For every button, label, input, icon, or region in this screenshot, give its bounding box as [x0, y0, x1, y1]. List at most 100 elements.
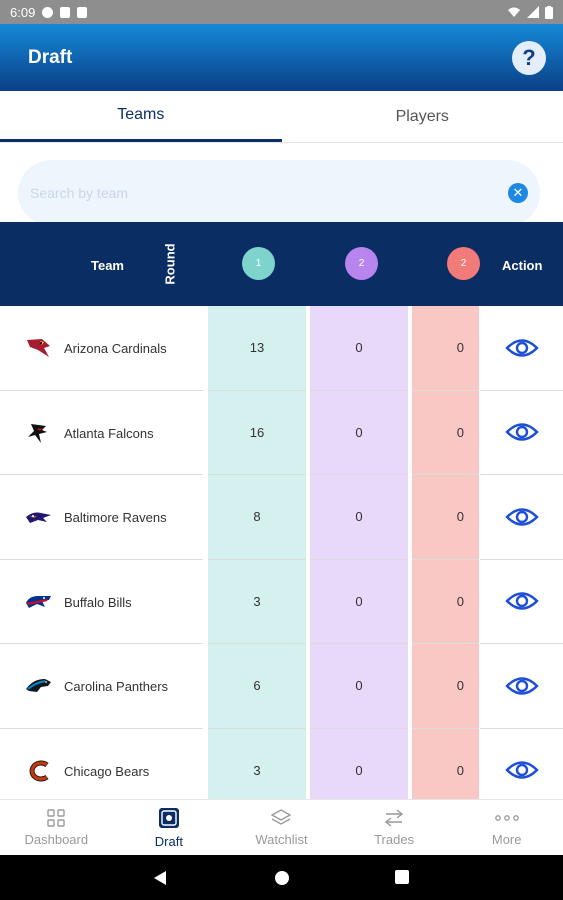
sync-icon	[42, 6, 54, 18]
system-nav-bar	[0, 855, 563, 900]
nav-label: Trades	[374, 831, 415, 847]
table-row: Carolina Panthers 6 0 0	[0, 644, 563, 729]
nav-label: Watchlist	[255, 831, 308, 847]
tab-bar: Teams Players	[0, 91, 563, 143]
table-row: Chicago Bears 3 0 0	[0, 728, 563, 800]
round-3-count: 0	[412, 728, 479, 799]
battery-icon	[545, 5, 553, 19]
nav-more[interactable]: More	[450, 800, 563, 855]
nav-label: More	[491, 831, 522, 847]
table-row: Atlanta Falcons 16 0 0	[0, 390, 563, 475]
view-team-button[interactable]	[480, 560, 563, 644]
eye-icon	[504, 423, 539, 441]
team-name: Atlanta Falcons	[64, 425, 154, 441]
nav-dashboard[interactable]: Dashboard	[0, 800, 113, 855]
round-1-count: 13	[208, 306, 306, 391]
round-badge-3: 2	[447, 247, 480, 280]
team-cell: Carolina Panthers	[0, 644, 203, 729]
page-title: Draft	[28, 46, 73, 68]
nav-label: Dashboard	[24, 831, 89, 847]
round-3-count: 0	[412, 390, 479, 475]
bills-logo-icon	[26, 595, 51, 608]
eye-icon	[504, 508, 539, 526]
team-cell: Atlanta Falcons	[0, 391, 203, 475]
back-icon[interactable]	[153, 870, 167, 886]
nav-draft[interactable]: Draft	[113, 800, 226, 855]
round-header-label: Round	[162, 243, 178, 285]
team-name: Buffalo Bills	[64, 594, 132, 610]
round-2-count: 0	[310, 644, 408, 729]
eye-icon	[504, 339, 539, 357]
grid-icon	[47, 808, 65, 827]
view-team-button[interactable]	[480, 391, 563, 475]
sim-icon	[60, 6, 71, 18]
team-name: Chicago Bears	[64, 763, 150, 779]
nav-watchlist[interactable]: Watchlist	[225, 800, 338, 855]
round-2-count: 0	[310, 475, 408, 560]
more-icon	[494, 814, 519, 821]
round-3-count: 0	[412, 475, 479, 560]
table-header: Team Round 1 2 2 Action	[0, 222, 563, 306]
help-button[interactable]: ?	[512, 40, 546, 75]
draft-icon	[158, 807, 179, 828]
round-1-count: 16	[208, 390, 306, 475]
round-1-count: 6	[208, 644, 306, 729]
round-3-count: 0	[412, 306, 479, 391]
round-badge-1: 1	[242, 247, 275, 280]
table-row: Baltimore Ravens 8 0 0	[0, 475, 563, 560]
status-bar: 6:09	[0, 0, 563, 24]
status-time: 6:09	[10, 4, 36, 20]
round-2-count: 0	[310, 390, 408, 475]
home-icon[interactable]	[274, 870, 290, 886]
swap-icon	[384, 808, 404, 827]
eye-icon	[504, 677, 539, 695]
round-1-count: 3	[208, 728, 306, 799]
view-team-button[interactable]	[480, 475, 563, 560]
table-row: Buffalo Bills 3 0 0	[0, 559, 563, 644]
table-row: Arizona Cardinals 13 0 0	[0, 306, 563, 391]
bears-logo-icon	[29, 760, 49, 781]
round-2-count: 0	[310, 306, 408, 391]
falcons-logo-icon	[28, 423, 47, 443]
app-bar: Draft ?	[0, 24, 563, 91]
cardinals-logo-icon	[27, 339, 50, 357]
team-cell: Baltimore Ravens	[0, 475, 203, 560]
help-icon: ?	[522, 44, 536, 70]
round-badge-label: 2	[460, 258, 467, 269]
tab-players[interactable]: Players	[282, 91, 563, 142]
ravens-logo-icon	[26, 512, 51, 523]
storage-icon	[77, 6, 88, 18]
nav-label: Draft	[154, 833, 183, 849]
team-name: Arizona Cardinals	[64, 341, 167, 356]
view-team-button[interactable]	[480, 306, 563, 391]
round-2-count: 0	[310, 559, 408, 644]
team-cell: Buffalo Bills	[0, 560, 203, 644]
bottom-nav: Dashboard Draft Watchlist Trades More	[0, 799, 563, 855]
close-icon[interactable]: ✕	[508, 183, 528, 203]
round-3-count: 0	[412, 559, 479, 644]
round-1-count: 8	[208, 475, 306, 560]
search-input[interactable]	[30, 185, 508, 201]
team-cell: Arizona Cardinals	[0, 306, 203, 391]
round-2-count: 0	[310, 728, 408, 799]
round-3-count: 0	[412, 644, 479, 729]
column-header-team: Team	[91, 258, 124, 273]
signal-icon	[527, 6, 539, 18]
column-header-action: Action	[502, 258, 543, 273]
view-team-button[interactable]	[480, 644, 563, 729]
round-badge-2: 2	[345, 247, 378, 280]
layers-icon	[271, 808, 292, 825]
nav-trades[interactable]: Trades	[338, 800, 451, 855]
recents-icon[interactable]	[395, 870, 409, 884]
team-name: Carolina Panthers	[64, 679, 169, 694]
team-cell: Chicago Bears	[0, 729, 203, 800]
eye-icon	[504, 761, 539, 779]
panthers-logo-icon	[26, 679, 51, 692]
round-1-count: 3	[208, 559, 306, 644]
search-bar: ✕	[18, 160, 540, 226]
view-team-button[interactable]	[480, 729, 563, 800]
tab-teams[interactable]: Teams	[0, 91, 282, 142]
round-badge-label: 2	[358, 258, 365, 269]
team-name: Baltimore Ravens	[64, 510, 167, 525]
eye-icon	[504, 592, 539, 610]
